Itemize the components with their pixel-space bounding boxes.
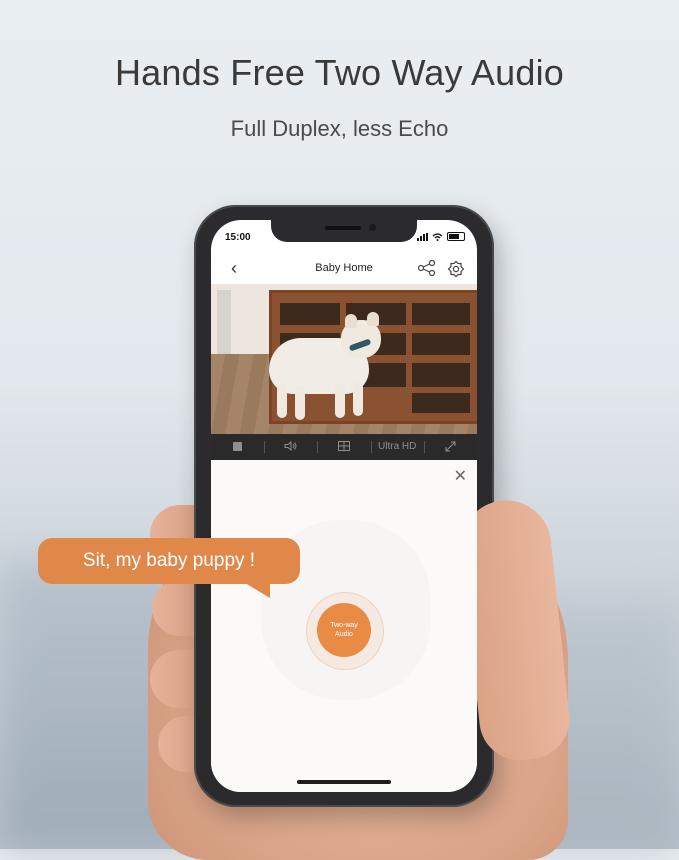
notch [271, 220, 417, 242]
dog-leg [335, 384, 345, 418]
page-title: Baby Home [315, 262, 373, 274]
status-icons [417, 232, 465, 241]
wifi-icon [432, 232, 443, 241]
subheadline: Full Duplex, less Echo [230, 116, 449, 141]
quality-button[interactable]: Ultra HD [370, 434, 424, 460]
dog-ear [345, 314, 357, 328]
speaker-button[interactable] [264, 434, 317, 460]
fullscreen-button[interactable] [423, 434, 477, 460]
home-indicator [297, 780, 391, 784]
dog-ear [367, 312, 379, 326]
headline: Hands Free Two Way Audio [114, 52, 565, 93]
share-icon[interactable] [417, 260, 437, 276]
speaker-icon [284, 441, 297, 452]
status-time: 15:00 [225, 232, 251, 243]
stand [217, 290, 231, 354]
signal-icon [417, 232, 428, 241]
grid-icon [338, 441, 350, 452]
app-nav-bar: ‹ Baby Home [211, 256, 477, 282]
stop-button[interactable] [211, 434, 264, 460]
front-camera [369, 224, 376, 231]
two-way-audio-button[interactable]: Two-way Audio [317, 603, 371, 657]
phone-screen: 15:00 ‹ Baby Home Ultra HD ✕ Two-way Aud… [211, 220, 477, 792]
grid-button[interactable] [317, 434, 370, 460]
dog-leg [295, 386, 305, 420]
speaker-grille [325, 226, 361, 230]
dog-leg [277, 384, 287, 418]
speech-bubble: Sit, my baby puppy ! [38, 538, 300, 584]
fullscreen-icon [445, 441, 456, 452]
close-icon[interactable]: ✕ [454, 466, 467, 486]
two-way-audio-panel: ✕ Two-way Audio [211, 460, 477, 792]
player-controls: Ultra HD [211, 434, 477, 460]
dog-leg [353, 382, 363, 416]
camera-feed[interactable] [211, 284, 477, 434]
stop-icon [233, 441, 243, 451]
speech-bubble-tail [240, 580, 270, 598]
audio-button-line2: Audio [335, 631, 353, 638]
gear-icon[interactable] [447, 260, 465, 278]
quality-label: Ultra HD [378, 441, 417, 452]
battery-icon [447, 232, 465, 241]
audio-button-line1: Two-way [330, 622, 358, 629]
